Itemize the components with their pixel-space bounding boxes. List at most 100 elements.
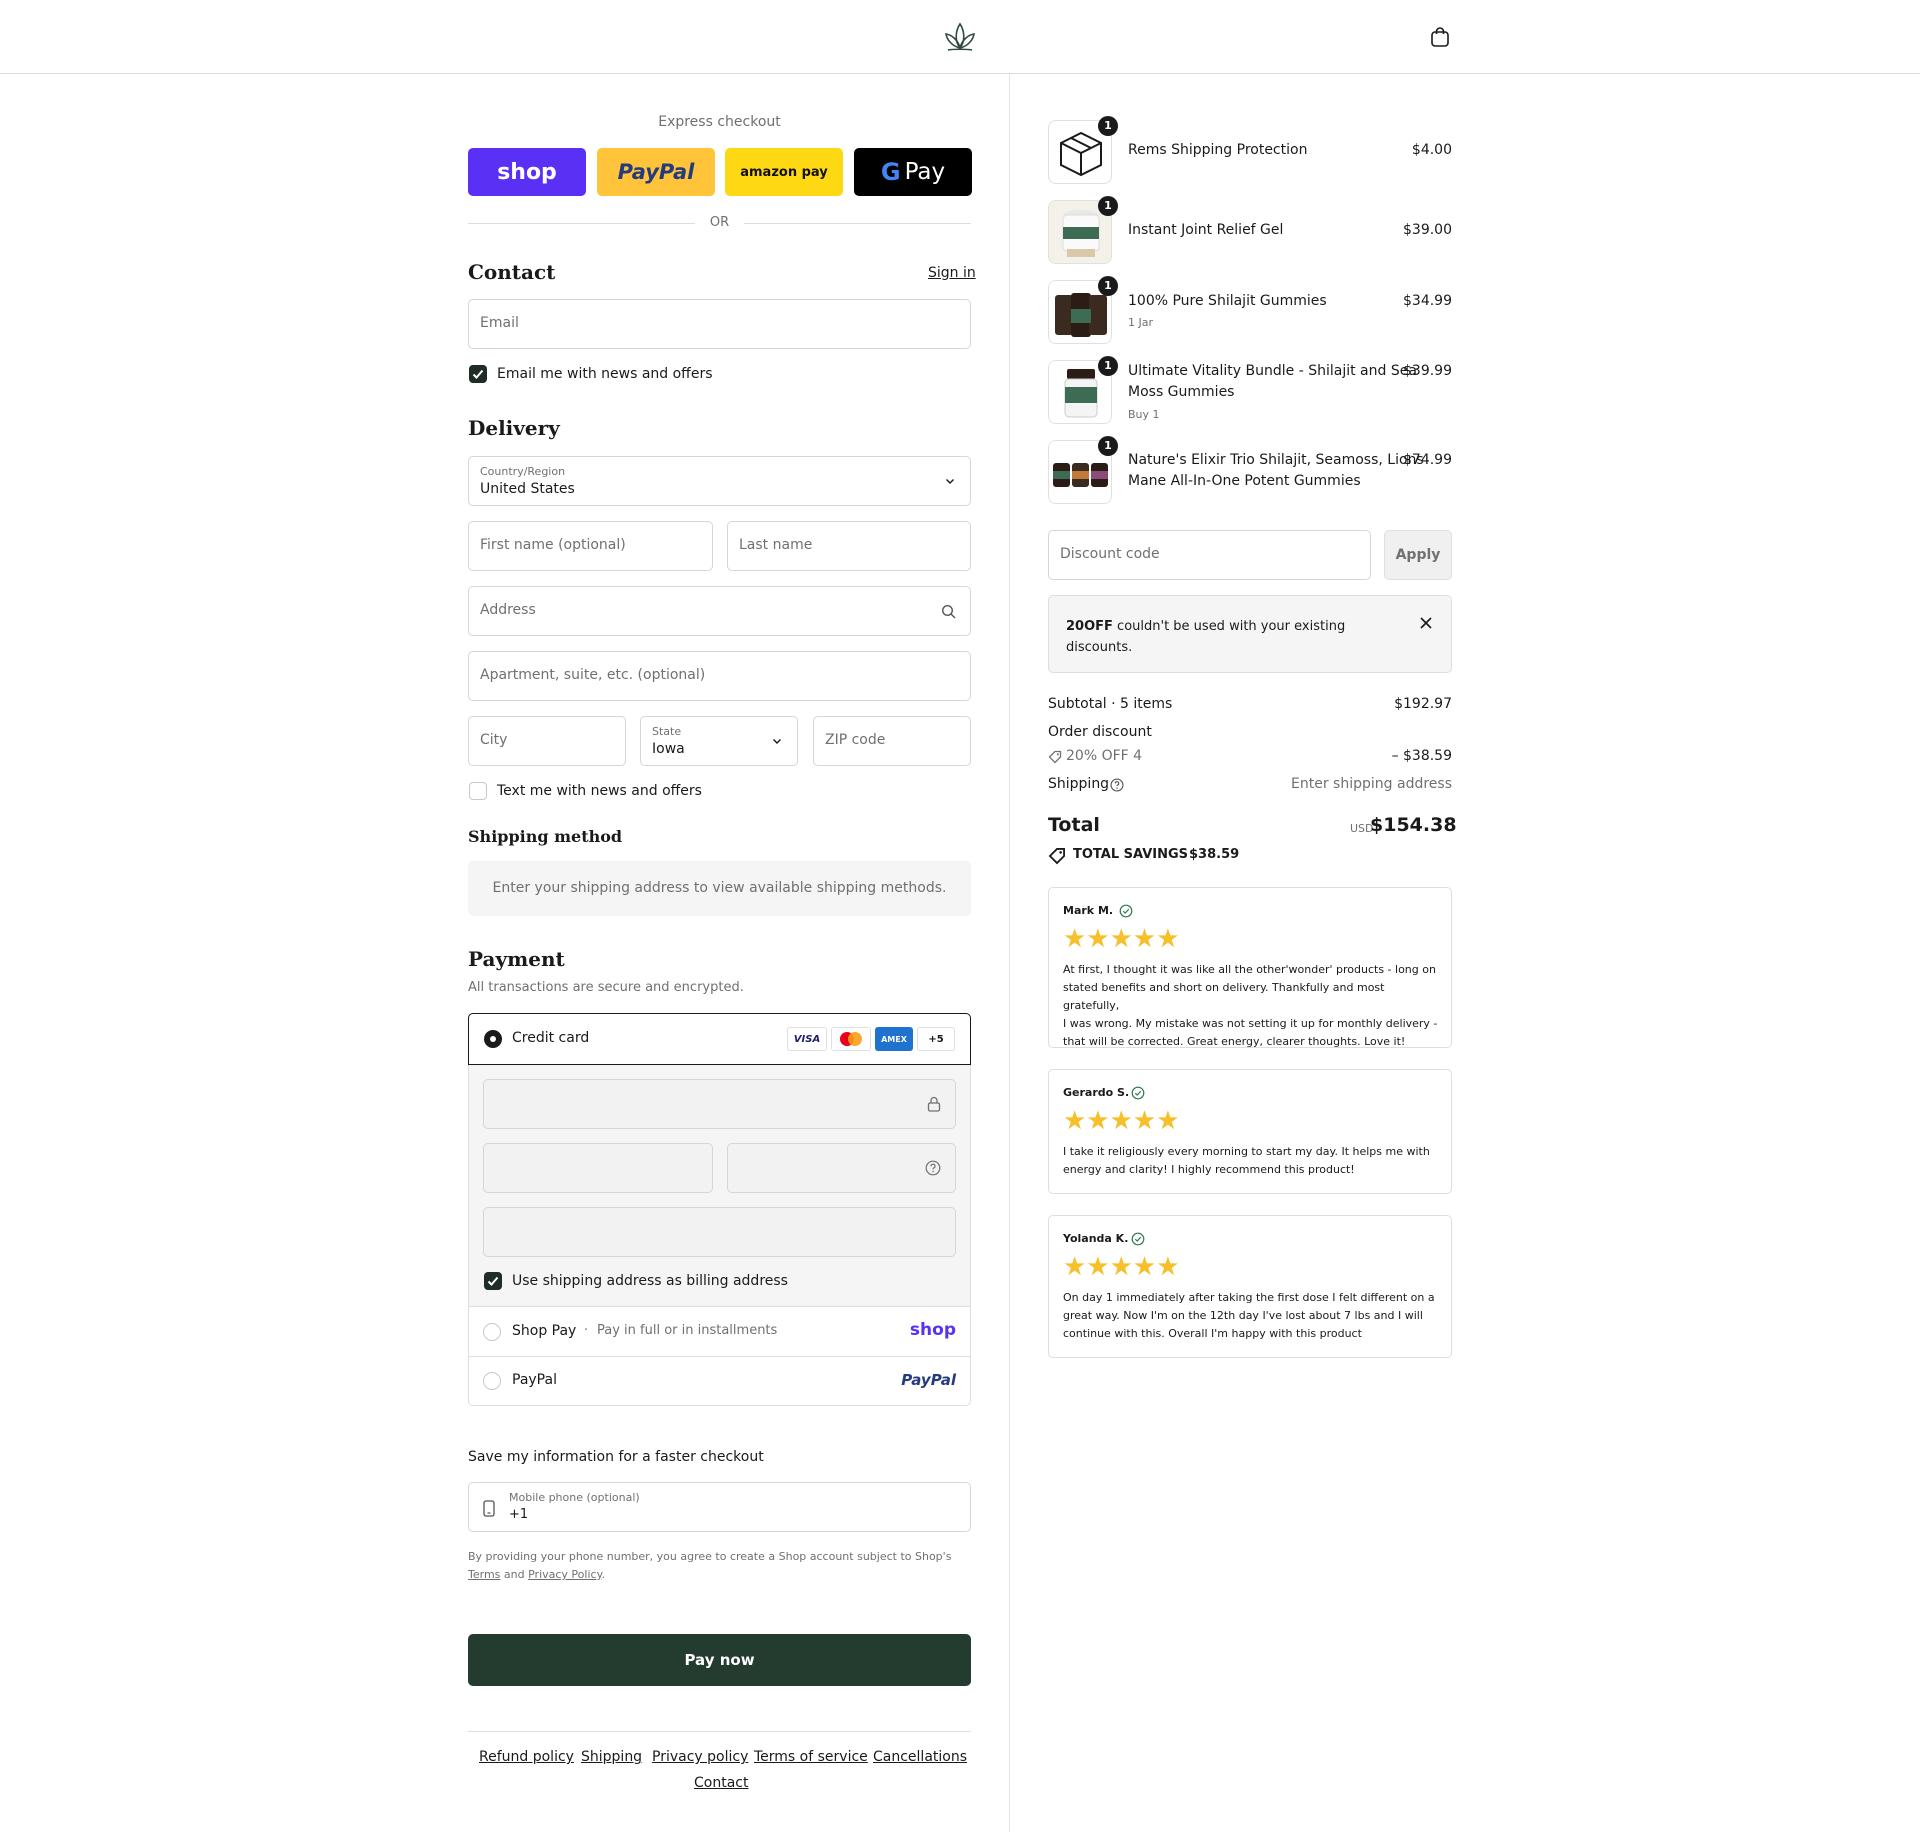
discount-code-field[interactable]: Discount code	[1048, 530, 1371, 580]
paypal-express-button[interactable]: PayPal	[597, 148, 715, 196]
expiration-field[interactable]	[483, 1143, 713, 1193]
order-discount-label: Order discount	[1048, 724, 1152, 740]
review-text: On day 1 immediately after taking the fi…	[1063, 1289, 1439, 1343]
shipping-policy-link[interactable]: Shipping	[581, 1749, 642, 1765]
credit-card-radio[interactable]	[484, 1030, 502, 1048]
column-divider	[1009, 74, 1010, 1832]
leaf-logo-icon[interactable]	[942, 20, 978, 54]
address-placeholder: Address	[480, 602, 536, 618]
product-name-line2: Moss Gummies	[1128, 384, 1235, 400]
security-code-field[interactable]	[727, 1143, 956, 1193]
discount-code-applied: 20% OFF 4	[1066, 748, 1143, 764]
help-circle-icon[interactable]	[925, 1160, 941, 1176]
paypal-radio[interactable]	[483, 1372, 501, 1390]
google-pay-express-button[interactable]: G Pay	[854, 148, 972, 196]
total-label: Total	[1048, 814, 1100, 836]
apartment-field[interactable]: Apartment, suite, etc. (optional)	[468, 651, 971, 701]
review-line: I take it religiously every morning to s…	[1063, 1145, 1430, 1158]
total-savings-label: TOTAL SAVINGS	[1073, 847, 1189, 862]
zip-field[interactable]: ZIP code	[813, 716, 971, 766]
contact-link[interactable]: Contact	[694, 1775, 748, 1791]
shop-pay-dot: ·	[584, 1323, 589, 1338]
star-rating: ★★★★★	[1063, 1106, 1180, 1136]
disclaimer-period: .	[601, 1568, 606, 1581]
last-name-field[interactable]: Last name	[727, 521, 971, 571]
product-name: Instant Joint Relief Gel	[1128, 222, 1284, 238]
quantity-badge: 1	[1098, 276, 1118, 296]
payment-heading: Payment	[468, 947, 565, 971]
review-line: stated benefits and short on delivery. T…	[1063, 981, 1385, 1012]
text-news-label: Text me with news and offers	[497, 783, 702, 799]
discount-value: – $38.59	[1391, 748, 1452, 764]
shipping-method-heading: Shipping method	[468, 827, 623, 846]
privacy-policy-footer-link[interactable]: Privacy policy	[652, 1749, 748, 1765]
shop-pay-label: Shop Pay	[512, 1323, 577, 1339]
help-circle-icon[interactable]	[1110, 778, 1124, 792]
google-g-icon: G	[880, 158, 901, 186]
review-line: energy and clarity! I highly recommend t…	[1063, 1163, 1355, 1176]
disclaimer-text: By providing your phone number, you agre…	[468, 1550, 952, 1563]
review-text: I take it religiously every morning to s…	[1063, 1143, 1439, 1179]
express-checkout-title: Express checkout	[658, 114, 781, 130]
shopping-bag-icon[interactable]	[1428, 25, 1452, 49]
country-select[interactable]: Country/Region United States	[468, 456, 971, 506]
gpay-label: Pay	[904, 159, 946, 185]
review-card: Gerardo S. ★★★★★ I take it religiously e…	[1048, 1069, 1452, 1194]
mobile-phone-label: Mobile phone (optional)	[509, 1491, 640, 1504]
sign-in-link[interactable]: Sign in	[928, 265, 976, 281]
shop-pay-option[interactable]: Shop Pay · Pay in full or in installment…	[469, 1307, 970, 1357]
email-field[interactable]: Email	[468, 299, 971, 349]
shop-pay-express-button[interactable]: shop	[468, 148, 586, 196]
pay-now-button[interactable]: Pay now	[468, 1634, 971, 1686]
apply-discount-button[interactable]: Apply	[1384, 530, 1452, 580]
total-value: $154.38	[1370, 814, 1457, 836]
close-icon[interactable]	[1419, 616, 1433, 630]
notice-code: 20OFF	[1066, 619, 1113, 634]
product-variant: Buy 1	[1128, 408, 1160, 421]
tag-icon	[1048, 750, 1062, 764]
more-cards-badge: +5	[917, 1027, 955, 1051]
billing-address-checkbox[interactable]	[484, 1272, 502, 1290]
total-savings-value: $38.59	[1189, 847, 1240, 862]
review-line: At first, I thought it was like all the …	[1063, 963, 1436, 976]
product-price: $34.99	[1403, 293, 1452, 309]
cancellations-link[interactable]: Cancellations	[873, 1749, 967, 1765]
disclaimer-and: and	[503, 1568, 525, 1581]
city-field[interactable]: City	[468, 716, 626, 766]
mobile-phone-icon	[483, 1500, 495, 1517]
reviewer-name: Gerardo S.	[1063, 1086, 1130, 1099]
paypal-logo: PayPal	[901, 1371, 956, 1389]
first-name-field[interactable]: First name (optional)	[468, 521, 713, 571]
terms-link[interactable]: Terms	[468, 1568, 500, 1581]
shop-pay-sublabel: Pay in full or in installments	[597, 1323, 778, 1338]
text-news-checkbox[interactable]	[469, 782, 487, 800]
state-select[interactable]: State Iowa	[640, 716, 798, 766]
product-name-line2: Mane All-In-One Potent Gummies	[1128, 473, 1361, 489]
mobile-phone-field[interactable]: Mobile phone (optional) +1	[468, 1482, 971, 1532]
amazon-pay-express-button[interactable]: amazon pay	[725, 148, 843, 196]
delivery-heading: Delivery	[468, 416, 560, 440]
name-on-card-field[interactable]	[483, 1207, 956, 1257]
product-price: $4.00	[1411, 142, 1452, 158]
product-variant: 1 Jar	[1128, 316, 1154, 329]
product-price: $74.99	[1403, 452, 1452, 468]
refund-policy-link[interactable]: Refund policy	[479, 1749, 574, 1765]
review-card: Yolanda K. ★★★★★ On day 1 immediately af…	[1048, 1215, 1452, 1358]
chevron-down-icon	[773, 739, 781, 744]
privacy-policy-link[interactable]: Privacy Policy	[528, 1568, 601, 1581]
address-field[interactable]: Address	[468, 586, 971, 636]
shop-label: shop	[497, 159, 557, 185]
terms-of-service-link[interactable]: Terms of service	[754, 1749, 868, 1765]
paypal-label: PayPal	[512, 1372, 557, 1388]
save-info-title: Save my information for a faster checkou…	[468, 1449, 764, 1465]
discount-code-placeholder: Discount code	[1060, 546, 1160, 562]
shop-pay-radio[interactable]	[483, 1323, 501, 1341]
card-number-field[interactable]	[483, 1079, 956, 1129]
verified-check-icon	[1131, 1232, 1145, 1246]
search-icon[interactable]	[941, 604, 957, 620]
notice-text: 20OFF couldn't be used with your existin…	[1066, 616, 1396, 658]
email-news-checkbox[interactable]	[469, 365, 487, 383]
state-value: Iowa	[652, 741, 685, 757]
paypal-option[interactable]: PayPal PayPal	[469, 1357, 970, 1405]
review-text: At first, I thought it was like all the …	[1063, 961, 1439, 1051]
